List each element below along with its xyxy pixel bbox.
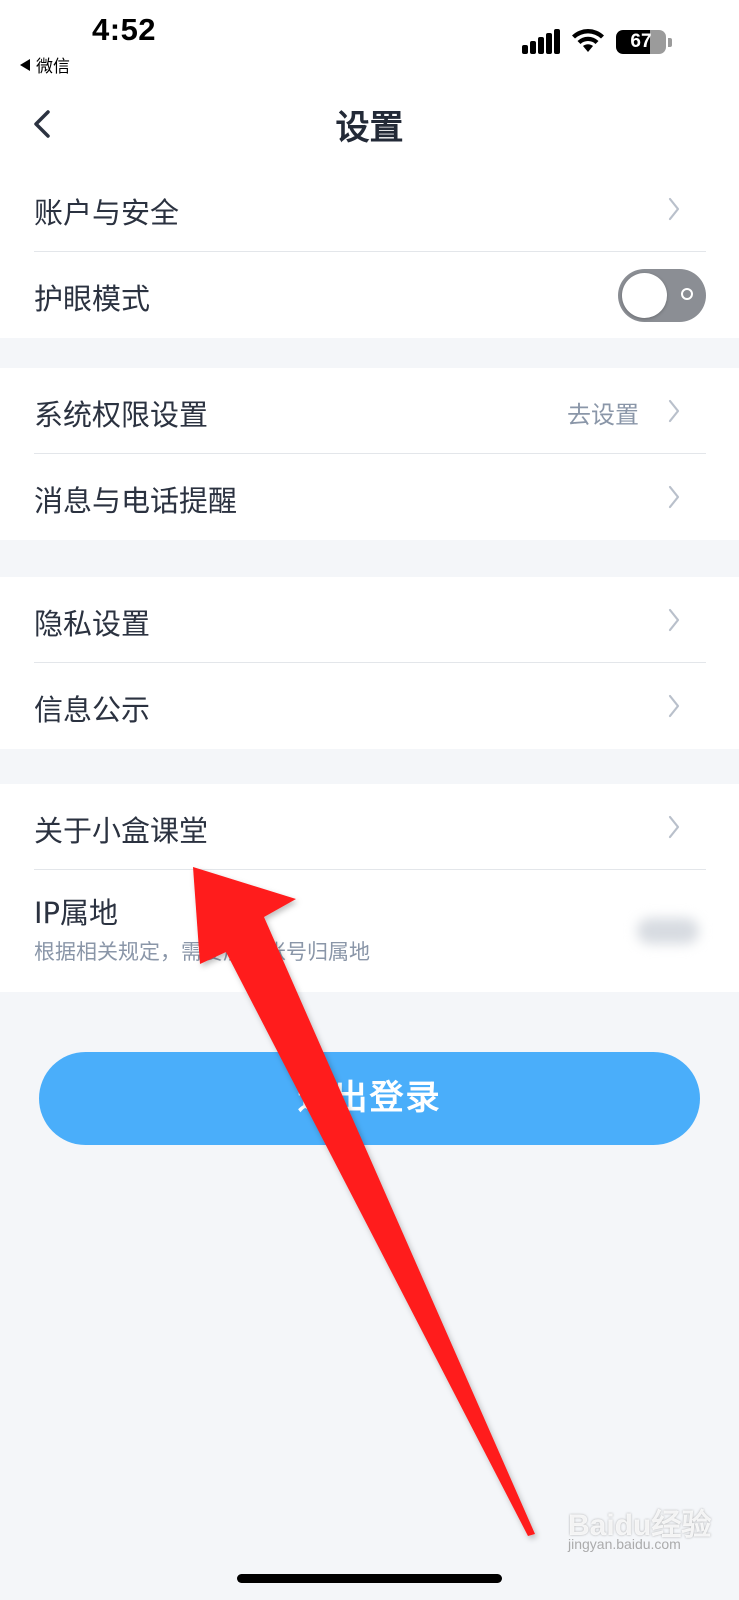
chevron-right-icon (668, 485, 680, 509)
battery-percent: 67 (630, 31, 652, 52)
toggle-knob (622, 273, 667, 318)
battery-icon: 67 (616, 30, 666, 54)
chevron-right-icon (668, 694, 680, 718)
toggle-off-indicator-icon (681, 288, 693, 300)
status-time: 4:52 (92, 12, 157, 47)
home-indicator (237, 1574, 502, 1583)
row-eye-protection: 护眼模式 (0, 252, 739, 338)
row-label: 护眼模式 (34, 282, 151, 316)
row-privacy-settings[interactable]: 隐私设置 (0, 577, 739, 663)
eye-protection-toggle[interactable] (618, 269, 706, 322)
row-label: 消息与电话提醒 (34, 484, 238, 518)
row-info-disclosure[interactable]: 信息公示 (0, 663, 739, 749)
chevron-right-icon (668, 197, 680, 221)
row-ip-location: IP属地 根据相关规定，需要展示账号归属地 (0, 870, 739, 992)
status-bar: 4:52 微信 67 (0, 0, 739, 80)
battery-nub (668, 38, 672, 47)
ip-location-value-blurred (637, 918, 699, 944)
row-message-call-reminder[interactable]: 消息与电话提醒 (0, 454, 739, 540)
row-label: 信息公示 (34, 693, 151, 727)
chevron-right-icon (668, 815, 680, 839)
row-about-app[interactable]: 关于小盒课堂 (0, 784, 739, 870)
back-app-label: 微信 (36, 57, 70, 77)
baidu-jingyan-watermark: Baidu经验 jingyan.baidu.com (568, 1500, 712, 1552)
watermark-text: Baidu经验 (568, 1509, 712, 1542)
row-subtitle: 根据相关规定，需要展示账号归属地 (34, 940, 370, 964)
row-system-permissions[interactable]: 系统权限设置 去设置 (0, 368, 739, 454)
cellular-signal-icon (522, 29, 560, 54)
chevron-right-icon (668, 608, 680, 632)
chevron-right-icon (668, 399, 680, 423)
row-value: 去设置 (567, 401, 639, 429)
row-label: 账户与安全 (34, 196, 180, 230)
row-label: 系统权限设置 (34, 398, 209, 432)
settings-group-account: 账户与安全 护眼模式 (0, 166, 739, 338)
back-triangle-icon (20, 58, 30, 71)
settings-group-privacy: 隐私设置 信息公示 (0, 577, 739, 749)
settings-group-about: 关于小盒课堂 IP属地 根据相关规定，需要展示账号归属地 (0, 784, 739, 992)
row-label: 隐私设置 (34, 607, 151, 641)
row-label: 关于小盒课堂 (34, 814, 209, 848)
nav-bar: 设置 (0, 80, 739, 167)
wifi-icon (572, 29, 604, 52)
watermark-url: jingyan.baidu.com (568, 1536, 681, 1552)
settings-group-permissions: 系统权限设置 去设置 消息与电话提醒 (0, 368, 739, 540)
logout-button[interactable]: 退出登录 (39, 1052, 700, 1145)
row-account-security[interactable]: 账户与安全 (0, 166, 739, 252)
page-title: 设置 (335, 108, 404, 148)
row-label: IP属地 (34, 896, 119, 930)
back-to-app-link[interactable]: 微信 (20, 52, 70, 77)
